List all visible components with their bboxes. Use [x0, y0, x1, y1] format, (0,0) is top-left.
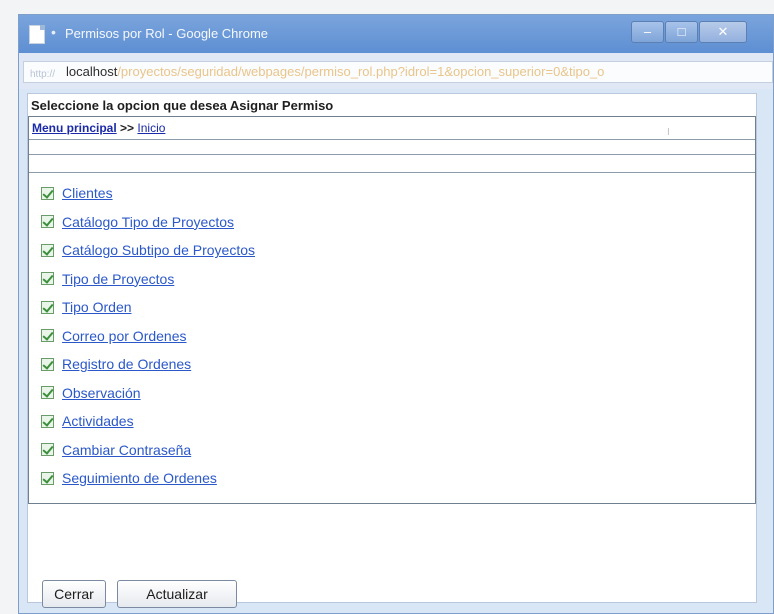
- divider-row: [29, 155, 755, 173]
- permission-item: Clientes: [41, 179, 255, 208]
- permission-item: Tipo de Proyectos: [41, 265, 255, 294]
- permission-checkbox[interactable]: [41, 300, 54, 314]
- cerrar-button[interactable]: Cerrar: [42, 580, 106, 608]
- http-icon: http://: [30, 69, 56, 80]
- window-title: Permisos por Rol - Google Chrome: [65, 26, 269, 41]
- permission-checkbox[interactable]: [41, 329, 54, 343]
- permission-item: Actividades: [41, 407, 255, 436]
- permission-item: Tipo Orden: [41, 293, 255, 322]
- permission-item: Observación: [41, 379, 255, 408]
- permission-item: Correo por Ordenes: [41, 322, 255, 351]
- maximize-button[interactable]: □: [665, 21, 698, 43]
- breadcrumb-separator: >>: [120, 121, 135, 135]
- url-path: /proyectos/seguridad/webpages/permiso_ro…: [117, 64, 605, 79]
- address-bar: http:// localhost/proyectos/seguridad/we…: [19, 53, 773, 89]
- permission-link[interactable]: Cambiar Contraseña: [62, 442, 191, 458]
- permission-checkbox[interactable]: [41, 272, 54, 286]
- page-content: Seleccione la opcion que desea Asignar P…: [27, 93, 757, 608]
- permission-link[interactable]: Tipo de Proyectos: [62, 271, 174, 287]
- permission-link[interactable]: Correo por Ordenes: [62, 328, 187, 344]
- title-bullet-icon: •: [51, 24, 56, 40]
- divider-row: [29, 140, 755, 155]
- permissions-list: Clientes Catálogo Tipo de Proyectos Catá…: [41, 179, 255, 493]
- browser-window: • Permisos por Rol - Google Chrome – □ ✕…: [18, 14, 774, 614]
- permission-checkbox[interactable]: [41, 186, 54, 200]
- permission-item: Catálogo Tipo de Proyectos: [41, 208, 255, 237]
- breadcrumb: Menu principal >> Inicio I: [29, 117, 755, 140]
- permission-checkbox[interactable]: [41, 357, 54, 371]
- url-host: localhost: [66, 64, 118, 79]
- permission-checkbox[interactable]: [41, 443, 54, 457]
- permission-link[interactable]: Registro de Ordenes: [62, 356, 191, 372]
- permission-item: Cambiar Contraseña: [41, 436, 255, 465]
- permission-item: Seguimiento de Ordenes: [41, 464, 255, 493]
- permission-link[interactable]: Actividades: [62, 413, 134, 429]
- actualizar-button[interactable]: Actualizar: [117, 580, 237, 608]
- permissions-panel: Menu principal >> Inicio I Clientes Catá…: [28, 116, 756, 504]
- permission-checkbox[interactable]: [41, 414, 54, 428]
- permission-link[interactable]: Clientes: [62, 185, 113, 201]
- permission-link[interactable]: Observación: [62, 385, 141, 401]
- permission-checkbox[interactable]: [41, 471, 54, 485]
- minimize-button[interactable]: –: [631, 21, 664, 43]
- permission-checkbox[interactable]: [41, 243, 54, 257]
- permission-checkbox[interactable]: [41, 386, 54, 400]
- breadcrumb-menu-principal[interactable]: Menu principal: [32, 121, 117, 135]
- close-window-button[interactable]: ✕: [699, 21, 747, 43]
- page-icon: [29, 25, 45, 44]
- url-field[interactable]: http:// localhost/proyectos/seguridad/we…: [23, 61, 773, 83]
- permission-link[interactable]: Catálogo Subtipo de Proyectos: [62, 242, 255, 258]
- permission-link[interactable]: Seguimiento de Ordenes: [62, 470, 217, 486]
- permission-checkbox[interactable]: [41, 215, 54, 229]
- page-heading: Seleccione la opcion que desea Asignar P…: [31, 98, 334, 113]
- title-bar[interactable]: • Permisos por Rol - Google Chrome – □ ✕: [19, 15, 773, 53]
- permission-item: Catálogo Subtipo de Proyectos: [41, 236, 255, 265]
- breadcrumb-inicio[interactable]: Inicio: [137, 121, 165, 135]
- permission-link[interactable]: Catálogo Tipo de Proyectos: [62, 214, 234, 230]
- permission-item: Registro de Ordenes: [41, 350, 255, 379]
- permission-link[interactable]: Tipo Orden: [62, 299, 132, 315]
